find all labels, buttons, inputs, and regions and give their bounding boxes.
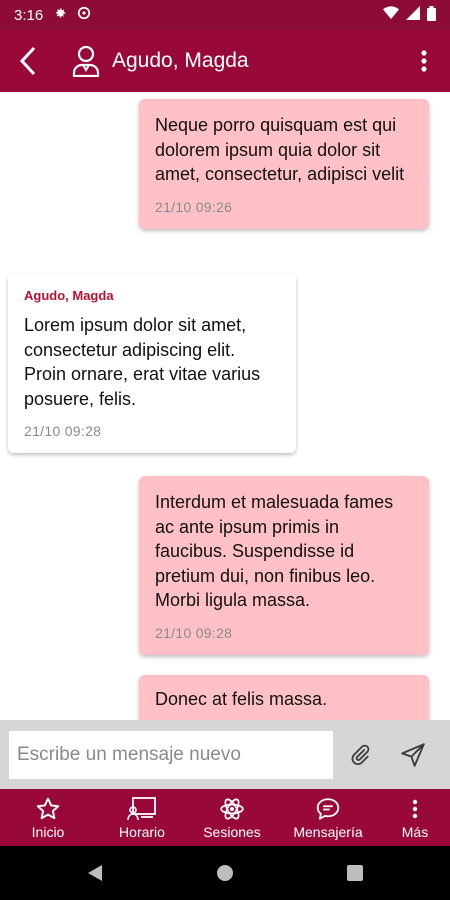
system-back-button[interactable]	[30, 864, 160, 882]
nav-item-mas[interactable]: Más	[380, 789, 450, 846]
back-button[interactable]	[0, 30, 56, 92]
status-time: 3:16	[14, 6, 44, 24]
paperclip-icon	[351, 744, 370, 765]
message-composer	[0, 720, 450, 789]
nav-label: Sesiones	[203, 823, 261, 840]
message-list[interactable]: Neque porro quisquam est qui dolorem ips…	[0, 92, 450, 720]
nav-label: Inicio	[31, 823, 65, 840]
message-timestamp: 21/10 09:26	[155, 198, 233, 215]
signal-icon	[406, 6, 420, 24]
attach-button[interactable]	[335, 730, 385, 780]
incoming-message: Agudo, Magda Lorem ipsum dolor sit amet,…	[8, 274, 296, 453]
message-text: Lorem ipsum dolor sit amet, consectetur …	[24, 315, 261, 409]
status-bar: 3:16	[0, 0, 450, 30]
app-bar: Agudo, Magda	[0, 30, 450, 92]
message-text: Donec at felis massa.	[155, 689, 328, 709]
bottom-navigation: Inicio Horario Sesiones Mensajería Más	[0, 789, 450, 846]
schedule-icon	[127, 796, 156, 820]
nav-label: Más	[401, 823, 429, 840]
nav-item-mensajeria[interactable]: Mensajería	[276, 789, 380, 846]
system-navigation-bar	[0, 846, 450, 900]
nav-label: Horario	[119, 823, 165, 840]
overflow-menu-button[interactable]	[402, 30, 446, 92]
nav-item-inicio[interactable]: Inicio	[0, 789, 96, 846]
more-vertical-icon	[412, 799, 418, 818]
wifi-icon	[383, 6, 399, 24]
circle-home-icon	[217, 865, 233, 881]
chevron-left-icon	[19, 46, 36, 76]
outgoing-message: Neque porro quisquam est qui dolorem ips…	[139, 99, 429, 229]
person-icon	[72, 45, 100, 77]
data-saver-icon	[77, 6, 91, 24]
system-home-button[interactable]	[160, 864, 290, 882]
message-timestamp: 21/10 09:28	[24, 423, 102, 439]
settings-gear-icon	[53, 6, 67, 24]
send-icon	[401, 742, 425, 767]
chat-bubble-icon	[316, 797, 340, 820]
outgoing-message: Donec at felis massa.	[139, 675, 429, 720]
more-vertical-icon	[421, 50, 427, 72]
message-text: Interdum et malesuada fames ac ante ipsu…	[155, 492, 394, 610]
battery-icon	[427, 5, 436, 25]
contact-avatar	[70, 44, 102, 78]
nav-label: Mensajería	[293, 823, 363, 840]
nav-item-sesiones[interactable]: Sesiones	[188, 789, 276, 846]
send-button[interactable]	[385, 730, 441, 780]
conversation-title: Agudo, Magda	[112, 49, 249, 72]
message-text: Neque porro quisquam est qui dolorem ips…	[155, 115, 405, 184]
triangle-back-icon	[88, 865, 102, 881]
system-recents-button[interactable]	[290, 865, 420, 881]
message-sender: Agudo, Magda	[24, 288, 114, 303]
atom-icon	[220, 798, 244, 819]
star-icon	[36, 797, 60, 819]
square-recents-icon	[347, 865, 363, 881]
nav-item-horario[interactable]: Horario	[96, 789, 188, 846]
outgoing-message: Interdum et malesuada fames ac ante ipsu…	[139, 476, 429, 655]
message-input[interactable]	[9, 730, 333, 779]
message-timestamp: 21/10 09:28	[155, 624, 233, 641]
